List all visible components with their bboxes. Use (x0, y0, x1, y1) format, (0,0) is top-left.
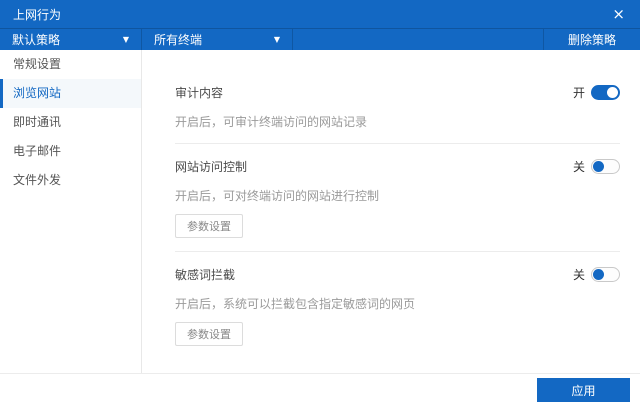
section-title: 网站访问控制 (175, 160, 248, 174)
sidebar-item-instant-messaging[interactable]: 即时通讯 (0, 108, 141, 137)
delete-policy-label: 删除策略 (567, 33, 616, 47)
param-settings-button[interactable]: 参数设置 (175, 322, 243, 346)
section-sensitive-word-blocking: 敏感词拦截 关 开启后，系统可以拦截包含指定敏感词的网页 参数设置 (175, 266, 620, 346)
section-title: 审计内容 (175, 86, 224, 100)
section-divider (175, 143, 620, 144)
toggle-switch-off-icon[interactable] (591, 267, 620, 282)
audit-content-toggle[interactable]: 开 (573, 84, 620, 101)
section-header: 网站访问控制 关 (175, 158, 620, 175)
internet-behavior-window: 上网行为 × 默认策略 ▼ 所有终端 ▼ 删除策略 常规设置 浏览网站 即时通讯… (0, 0, 640, 402)
policy-dropdown[interactable]: 默认策略 ▼ (0, 29, 142, 50)
body-area: 常规设置 浏览网站 即时通讯 电子邮件 文件外发 审计内容 开 开启后，可审计终… (0, 50, 640, 373)
terminal-dropdown[interactable]: 所有终端 ▼ (142, 29, 293, 50)
window-title: 上网行为 (13, 7, 62, 22)
section-header: 审计内容 开 (175, 84, 620, 101)
settings-content: 审计内容 开 开启后，可审计终端访问的网站记录 网站访问控制 关 开启后，可对终… (142, 50, 640, 373)
param-settings-button[interactable]: 参数设置 (175, 214, 243, 238)
section-audit-content: 审计内容 开 开启后，可审计终端访问的网站记录 (175, 84, 620, 130)
section-description: 开启后，可对终端访问的网站进行控制 (175, 189, 380, 203)
sidebar-item-general-settings[interactable]: 常规设置 (0, 50, 141, 79)
section-description: 开启后，可审计终端访问的网站记录 (175, 115, 368, 129)
sensitive-word-toggle[interactable]: 关 (573, 266, 620, 283)
delete-policy-button[interactable]: 删除策略 (543, 29, 640, 50)
close-icon[interactable]: × (610, 6, 627, 22)
toggle-knob (607, 87, 618, 98)
toggle-state-label: 关 (572, 268, 585, 282)
chevron-down-icon: ▼ (273, 34, 280, 44)
footer-bar: 应用 (0, 373, 640, 402)
section-title: 敏感词拦截 (175, 268, 236, 282)
toggle-knob (593, 269, 604, 280)
toggle-state-label: 开 (572, 86, 585, 100)
toggle-switch-on-icon[interactable] (591, 85, 620, 100)
chevron-down-icon: ▼ (122, 34, 129, 44)
toggle-switch-off-icon[interactable] (591, 159, 620, 174)
section-website-access-control: 网站访问控制 关 开启后，可对终端访问的网站进行控制 参数设置 (175, 158, 620, 238)
terminal-dropdown-label: 所有终端 (154, 33, 203, 47)
policy-dropdown-label: 默认策略 (12, 33, 61, 47)
sidebar: 常规设置 浏览网站 即时通讯 电子邮件 文件外发 (0, 50, 142, 373)
section-divider (175, 251, 620, 252)
policy-toolbar: 默认策略 ▼ 所有终端 ▼ 删除策略 (0, 28, 640, 50)
toggle-knob (593, 161, 604, 172)
section-header: 敏感词拦截 关 (175, 266, 620, 283)
toggle-state-label: 关 (572, 160, 585, 174)
website-access-toggle[interactable]: 关 (573, 158, 620, 175)
sidebar-item-email[interactable]: 电子邮件 (0, 137, 141, 166)
title-bar: 上网行为 × (0, 0, 640, 28)
sidebar-item-browse-websites[interactable]: 浏览网站 (0, 79, 141, 108)
apply-button[interactable]: 应用 (537, 378, 630, 402)
sidebar-item-file-outgoing[interactable]: 文件外发 (0, 166, 141, 195)
section-description: 开启后，系统可以拦截包含指定敏感词的网页 (175, 297, 416, 311)
